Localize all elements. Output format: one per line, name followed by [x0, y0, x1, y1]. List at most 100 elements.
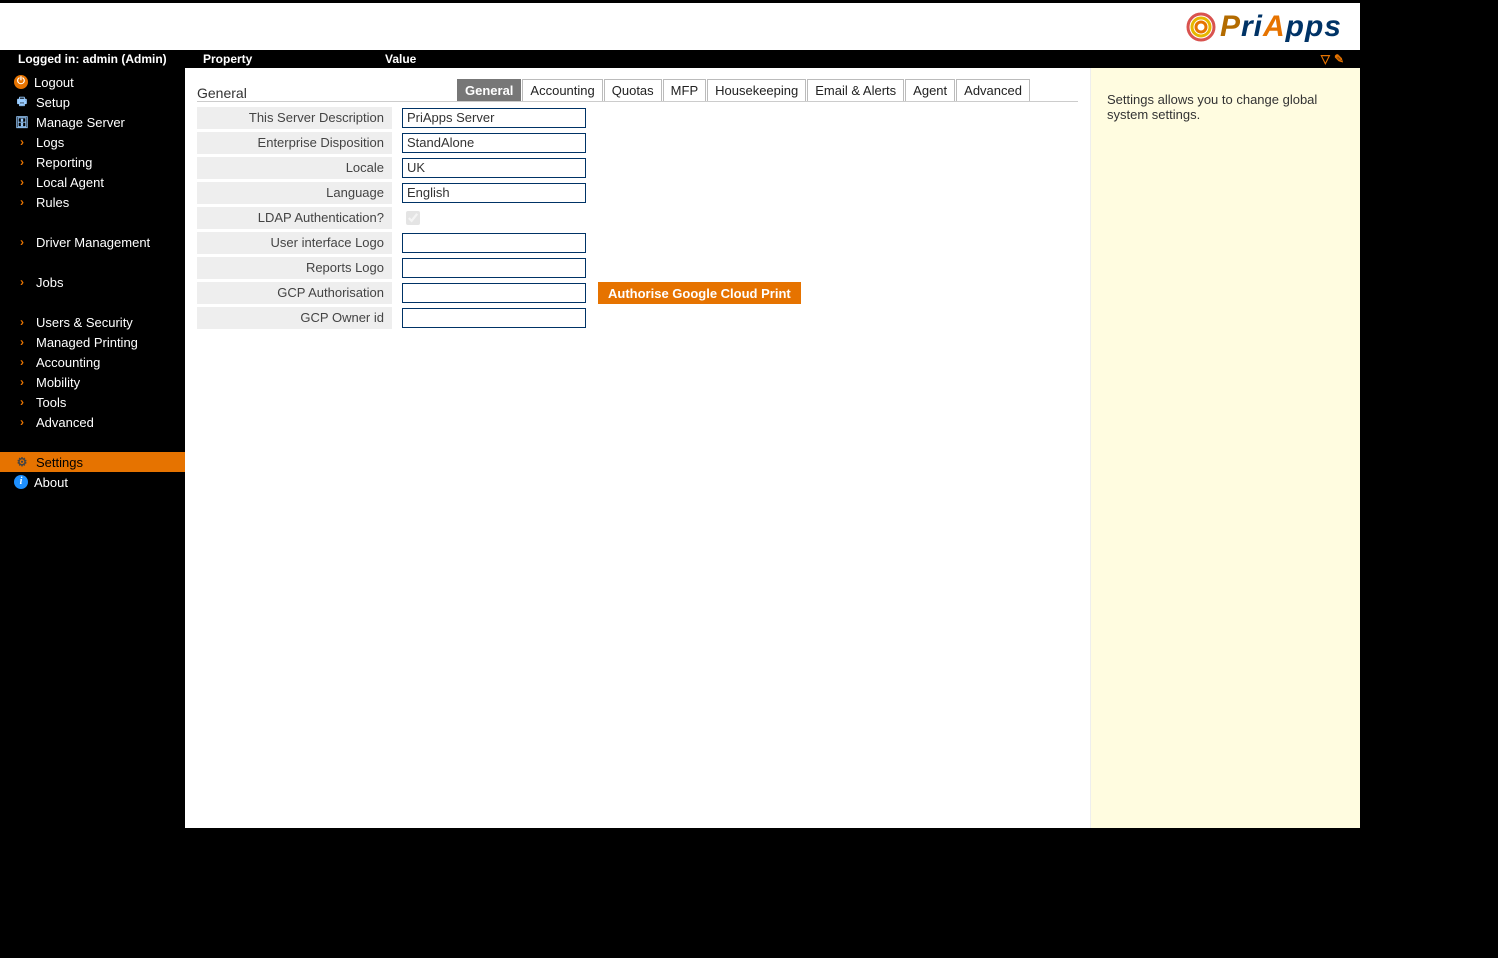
- logo-text-p: P: [1220, 10, 1241, 44]
- sidebar-item-label: Users & Security: [36, 315, 133, 330]
- input-lang[interactable]: [402, 183, 586, 203]
- chevron-right-icon: ›: [14, 274, 30, 290]
- sidebar-item-label: Reporting: [36, 155, 92, 170]
- sidebar-item-localagent[interactable]: ›Local Agent: [0, 172, 185, 192]
- chevron-right-icon: ›: [14, 354, 30, 370]
- form-row-ldap: LDAP Authentication?: [197, 205, 1078, 230]
- form-row-uilogo: User interface Logo: [197, 230, 1078, 255]
- sidebar-item-advanced[interactable]: › Advanced: [0, 412, 185, 432]
- form-row-replogo: Reports Logo: [197, 255, 1078, 280]
- brand-logo: P ri A pps: [1185, 10, 1342, 44]
- sidebar-item-label: Setup: [36, 95, 70, 110]
- chevron-right-icon: ›: [14, 374, 30, 390]
- power-icon: ⏻: [14, 75, 28, 89]
- form-label-gcpowner: GCP Owner id: [197, 307, 392, 329]
- mid-bar: Logged in: admin (Admin) Property Value …: [0, 50, 1360, 68]
- sidebar-item-label: Tools: [36, 395, 66, 410]
- chevron-right-icon: ›: [14, 394, 30, 410]
- sidebar-item-setup[interactable]: 🖶 Setup: [0, 92, 185, 112]
- server-icon: 🗄: [14, 114, 30, 130]
- input-replogo[interactable]: [402, 258, 586, 278]
- input-desc[interactable]: [402, 108, 586, 128]
- column-header-value: Value: [385, 52, 416, 66]
- sidebar-item-label: Driver Management: [36, 235, 150, 250]
- main-panel: General GeneralAccountingQuotasMFPHousek…: [185, 68, 1090, 828]
- form-row-locale: Locale: [197, 155, 1078, 180]
- tab-general[interactable]: General: [457, 79, 521, 101]
- sidebar-item-mobility[interactable]: › Mobility: [0, 372, 185, 392]
- chevron-right-icon: ›: [14, 234, 30, 250]
- sidebar-item-usersec[interactable]: › Users & Security: [0, 312, 185, 332]
- form-area: This Server Description Enterprise Dispos…: [197, 105, 1078, 330]
- footer-strip: [0, 828, 1360, 958]
- chevron-right-icon: ›: [14, 134, 30, 150]
- spiral-icon: [1185, 11, 1217, 43]
- sidebar-item-logout[interactable]: ⏻Logout: [0, 72, 185, 92]
- sidebar-item-label: Managed Printing: [36, 335, 138, 350]
- logo-text-pps: pps: [1286, 10, 1342, 44]
- sidebar-item-jobs[interactable]: ›Jobs: [0, 272, 185, 292]
- authorise-gcp-button[interactable]: Authorise Google Cloud Print: [598, 282, 801, 304]
- form-row-gcpauth: GCP AuthorisationAuthorise Google Cloud …: [197, 280, 1078, 305]
- form-label-desc: This Server Description: [197, 107, 392, 129]
- tab-housekeeping[interactable]: Housekeeping: [707, 79, 806, 101]
- chevron-right-icon: ›: [14, 314, 30, 330]
- form-row-gcpowner: GCP Owner id: [197, 305, 1078, 330]
- setup-icon: 🖶: [14, 94, 30, 110]
- logo-text-a: A: [1263, 10, 1286, 44]
- input-locale[interactable]: [402, 158, 586, 178]
- logo-text-ri: ri: [1241, 10, 1263, 44]
- help-text: Settings allows you to change global sys…: [1107, 92, 1344, 122]
- tabs-container: GeneralAccountingQuotasMFPHousekeepingEm…: [457, 79, 1031, 101]
- input-entdisp[interactable]: [402, 133, 586, 153]
- sidebar-item-manage[interactable]: 🗄 Manage Server: [0, 112, 185, 132]
- input-gcpowner[interactable]: [402, 308, 586, 328]
- form-row-desc: This Server Description: [197, 105, 1078, 130]
- chevron-right-icon: ›: [14, 414, 30, 430]
- form-label-replogo: Reports Logo: [197, 257, 392, 279]
- info-icon: i: [14, 475, 28, 489]
- chevron-right-icon: ›: [14, 334, 30, 350]
- input-ldap: [406, 211, 420, 225]
- sidebar-item-label: Rules: [36, 195, 69, 210]
- tab-advanced[interactable]: Advanced: [956, 79, 1030, 101]
- sidebar-item-tools[interactable]: › Tools: [0, 392, 185, 412]
- input-gcpauth[interactable]: [402, 283, 586, 303]
- column-header-property: Property: [185, 52, 385, 66]
- tab-row: General GeneralAccountingQuotasMFPHousek…: [197, 76, 1078, 102]
- sidebar-item-report[interactable]: ›Reporting: [0, 152, 185, 172]
- sidebar-item-label: Manage Server: [36, 115, 125, 130]
- form-label-entdisp: Enterprise Disposition: [197, 132, 392, 154]
- tab-agent[interactable]: Agent: [905, 79, 955, 101]
- top-banner: P ri A pps: [0, 0, 1360, 50]
- sidebar: ⏻Logout🖶Setup🗄Manage Server›Logs›Reporti…: [0, 68, 185, 828]
- form-row-lang: Language: [197, 180, 1078, 205]
- sidebar-item-logs[interactable]: ›Logs: [0, 132, 185, 152]
- sidebar-item-rules[interactable]: ›Rules: [0, 192, 185, 212]
- input-uilogo[interactable]: [402, 233, 586, 253]
- tab-accounting[interactable]: Accounting: [522, 79, 602, 101]
- sidebar-item-label: Advanced: [36, 415, 94, 430]
- tab-emailalerts[interactable]: Email & Alerts: [807, 79, 904, 101]
- edit-icon[interactable]: ✎: [1334, 52, 1344, 66]
- tab-quotas[interactable]: Quotas: [604, 79, 662, 101]
- form-row-entdisp: Enterprise Disposition: [197, 130, 1078, 155]
- tab-mfp[interactable]: MFP: [663, 79, 706, 101]
- help-panel: Settings allows you to change global sys…: [1090, 68, 1360, 828]
- sidebar-item-label: Accounting: [36, 355, 100, 370]
- form-label-uilogo: User interface Logo: [197, 232, 392, 254]
- section-title: General: [197, 85, 457, 101]
- dropdown-icon[interactable]: ▽: [1321, 52, 1330, 66]
- sidebar-item-label: About: [34, 475, 68, 490]
- sidebar-item-about[interactable]: i About: [0, 472, 185, 492]
- sidebar-item-driver[interactable]: › Driver Management: [0, 232, 185, 252]
- form-label-lang: Language: [197, 182, 392, 204]
- sidebar-item-label: Mobility: [36, 375, 80, 390]
- sidebar-item-acct[interactable]: › Accounting: [0, 352, 185, 372]
- form-label-ldap: LDAP Authentication?: [197, 207, 392, 229]
- sidebar-item-mprint[interactable]: › Managed Printing: [0, 332, 185, 352]
- sidebar-item-label: Settings: [36, 455, 83, 470]
- sidebar-item-settings[interactable]: ⚙Settings: [0, 452, 185, 472]
- chevron-right-icon: ›: [14, 174, 30, 190]
- logged-in-label: Logged in: admin (Admin): [0, 52, 185, 66]
